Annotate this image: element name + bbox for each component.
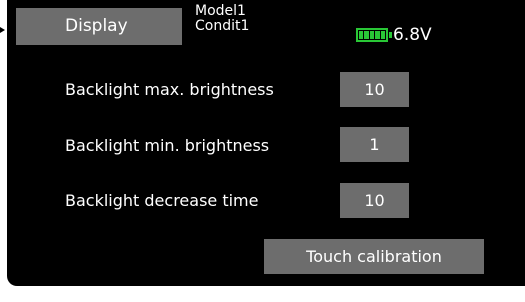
backlight-min-brightness-value[interactable]: 1 — [340, 127, 409, 162]
condition-name: Condit1 — [195, 18, 250, 34]
battery-body — [356, 28, 388, 42]
display-title-button[interactable]: Display — [16, 8, 182, 45]
battery-cell — [380, 31, 386, 39]
backlight-decrease-time-value[interactable]: 10 — [340, 183, 409, 218]
model-name: Model1 — [195, 3, 246, 19]
backlight-max-brightness-value[interactable]: 10 — [340, 72, 409, 107]
back-arrow-icon[interactable] — [0, 27, 5, 33]
backlight-min-brightness-label: Backlight min. brightness — [65, 136, 270, 155]
transmitter-screen-frame: Display Model1 Condit1 6.8V Backlight ma… — [7, 0, 525, 302]
display-screen: Display Model1 Condit1 6.8V Backlight ma… — [7, 0, 525, 286]
battery-cell — [364, 31, 369, 39]
model-info: Model1 Condit1 — [195, 4, 249, 34]
battery-cell — [375, 31, 380, 39]
battery-cell — [359, 31, 364, 39]
battery-icon — [356, 28, 392, 42]
backlight-decrease-time-label: Backlight decrease time — [65, 191, 259, 210]
battery-cap — [389, 32, 392, 38]
backlight-max-brightness-label: Backlight max. brightness — [65, 80, 274, 99]
battery-voltage: 6.8V — [393, 25, 432, 45]
page-title: Display — [65, 16, 128, 36]
touch-calibration-button[interactable]: Touch calibration — [264, 239, 484, 274]
battery-cell — [369, 31, 375, 39]
